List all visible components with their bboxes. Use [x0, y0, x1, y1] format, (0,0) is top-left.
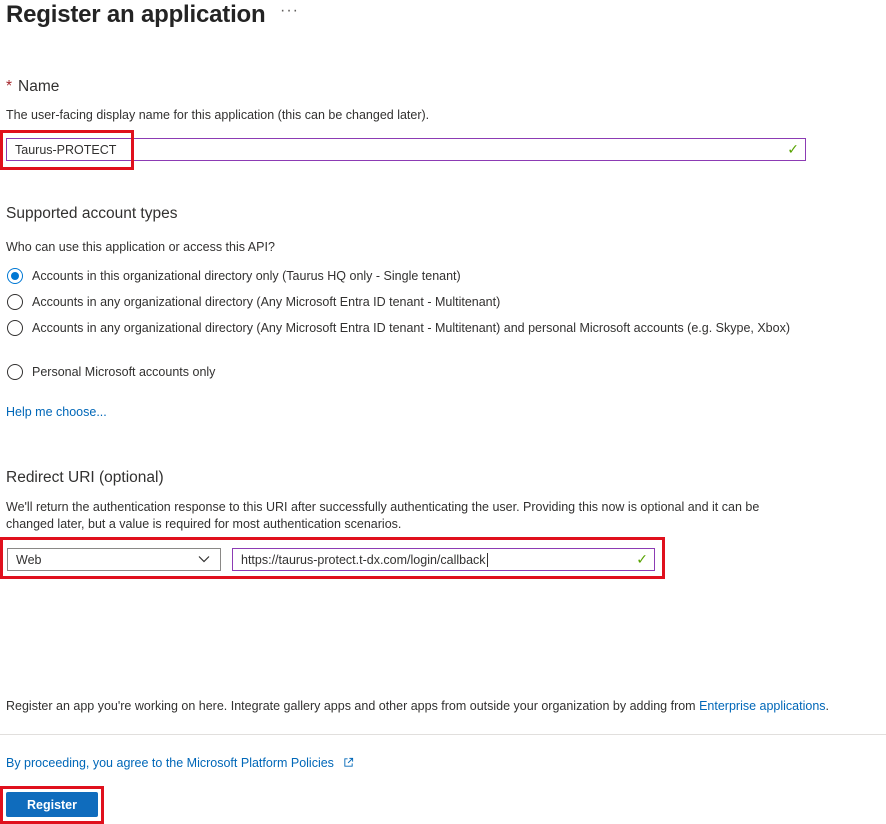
- account-option-personal[interactable]: Personal Microsoft accounts only: [7, 363, 807, 381]
- redirect-uri-value: https://taurus-protect.t-dx.com/login/ca…: [241, 552, 488, 567]
- enterprise-applications-link[interactable]: Enterprise applications: [699, 699, 825, 713]
- account-option-label: Personal Microsoft accounts only: [32, 365, 216, 379]
- redirect-description: We'll return the authentication response…: [6, 500, 760, 531]
- platform-select[interactable]: Web: [7, 548, 221, 571]
- register-note: Register an app you're working on here. …: [6, 698, 886, 715]
- register-button[interactable]: Register: [6, 792, 98, 817]
- name-highlight-box: [0, 130, 134, 170]
- page-title: Register an application: [6, 1, 266, 28]
- chevron-down-icon: [198, 553, 210, 568]
- account-option-single-tenant[interactable]: Accounts in this organizational director…: [7, 267, 807, 285]
- help-me-choose-link[interactable]: Help me choose...: [6, 405, 107, 419]
- checkmark-icon: ✓: [636, 551, 648, 567]
- radio-button[interactable]: [7, 294, 23, 310]
- checkmark-icon: ✓: [787, 141, 799, 157]
- account-types-heading: Supported account types: [6, 205, 178, 222]
- account-option-label: Accounts in any organizational directory…: [32, 295, 501, 309]
- radio-button[interactable]: [7, 320, 23, 336]
- account-option-multitenant-personal[interactable]: Accounts in any organizational directory…: [7, 319, 797, 337]
- redirect-heading: Redirect URI (optional): [6, 469, 164, 486]
- redirect-uri-input[interactable]: https://taurus-protect.t-dx.com/login/ca…: [232, 548, 655, 571]
- register-note-text: Register an app you're working on here. …: [6, 699, 700, 713]
- radio-button-selected[interactable]: [7, 268, 23, 284]
- required-marker: *: [6, 78, 13, 95]
- account-option-label: Accounts in this organizational director…: [32, 269, 461, 283]
- name-heading-label: Name: [18, 78, 60, 95]
- register-note-period: .: [825, 699, 830, 713]
- platform-select-value: Web: [16, 552, 42, 567]
- account-types-question: Who can use this application or access t…: [6, 240, 275, 254]
- footer-divider: [0, 734, 886, 735]
- name-description: The user-facing display name for this ap…: [6, 108, 430, 122]
- external-link-icon: [344, 757, 354, 767]
- account-option-multitenant[interactable]: Accounts in any organizational directory…: [7, 293, 807, 311]
- account-option-label: Accounts in any organizational directory…: [32, 321, 790, 335]
- more-icon[interactable]: ···: [280, 2, 299, 20]
- name-heading: * Name: [6, 78, 59, 96]
- platform-policies-link[interactable]: By proceeding, you agree to the Microsof…: [6, 756, 354, 770]
- platform-policies-label: By proceeding, you agree to the Microsof…: [6, 756, 334, 770]
- radio-button[interactable]: [7, 364, 23, 380]
